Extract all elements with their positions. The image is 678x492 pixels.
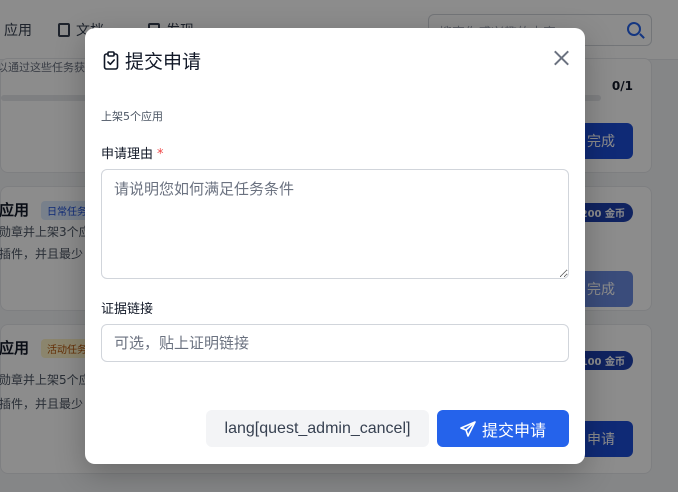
- evidence-label: 证据链接: [101, 302, 154, 317]
- submit-application-button[interactable]: 提交申请: [437, 410, 569, 447]
- dialog-title: 提交申请: [125, 51, 202, 73]
- reason-textarea[interactable]: [101, 169, 569, 279]
- quest-name: 上架5个应用: [101, 110, 163, 123]
- dialog-header: 提交申请: [103, 47, 201, 74]
- evidence-link-input[interactable]: [101, 324, 569, 362]
- cancel-button[interactable]: lang[quest_admin_cancel]: [206, 410, 429, 447]
- send-icon: [460, 420, 476, 437]
- reason-label: 申请理由 *: [101, 143, 164, 162]
- close-icon[interactable]: [551, 48, 571, 68]
- required-mark: *: [157, 147, 164, 162]
- submit-application-dialog: 提交申请 上架5个应用 申请理由* 证据链接 lang[quest_admin_…: [85, 28, 585, 464]
- submit-label: 提交申请: [481, 422, 546, 440]
- reason-label-text: 申请理由: [101, 147, 154, 162]
- clipboard-check-icon: [103, 51, 119, 70]
